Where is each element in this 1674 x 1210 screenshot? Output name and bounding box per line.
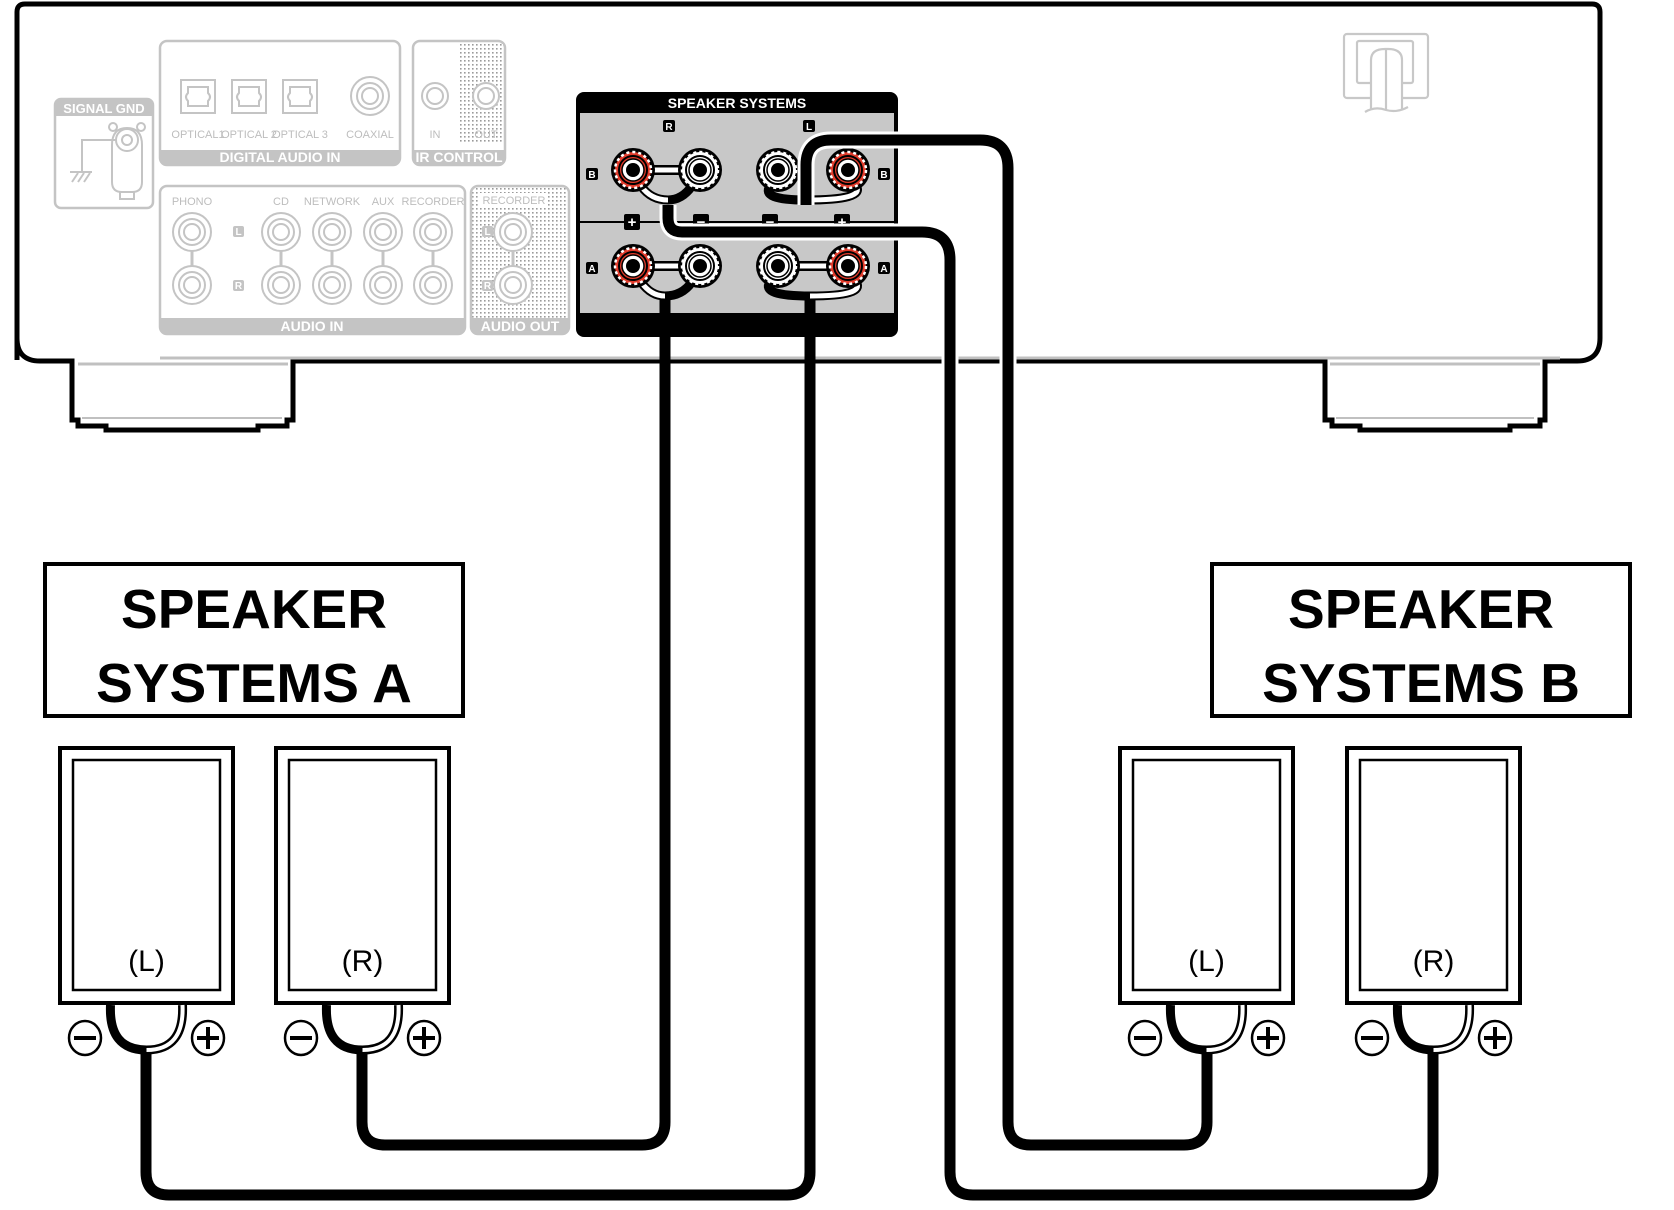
audio-in-jack-label: RECORDER xyxy=(402,196,465,208)
terminal-r-a-plus xyxy=(611,244,655,288)
negative-terminal-icon xyxy=(1354,1019,1390,1057)
audio-in-section: AUDIO IN PHONO CD NETWORK AUX RECORDER L R xyxy=(158,184,467,336)
ir-out-label: OUT xyxy=(474,129,498,141)
audio-in-label: AUDIO IN xyxy=(281,318,344,334)
speaker-wire-negative xyxy=(1392,1004,1434,1055)
cable-a-right xyxy=(356,300,671,1151)
polarity-plus-r: + xyxy=(624,214,640,231)
terminal-r-b-plus xyxy=(611,148,655,192)
svg-text:+: + xyxy=(628,214,637,231)
terminal-l-a-plus xyxy=(826,244,870,288)
speaker-group-b-label-line1: SPEAKER xyxy=(1288,578,1554,640)
row-b-badge-right: B xyxy=(878,168,890,181)
svg-text:A: A xyxy=(880,264,887,275)
terminal-l-b-plus xyxy=(826,148,870,192)
speaker-group-b: SPEAKER SYSTEMS B (L) (R) xyxy=(1118,562,1632,1057)
row-a-badge-right: A xyxy=(878,262,890,275)
svg-text:R: R xyxy=(665,122,673,133)
ir-control-label: IR CONTROL xyxy=(415,149,503,165)
row-a-badge-left: A xyxy=(586,262,598,275)
channel-r-badge: R xyxy=(663,120,675,133)
audio-out-r-badge: R xyxy=(482,280,493,292)
speaker-b-right: (R) xyxy=(1345,746,1522,1057)
speaker-channel-label: (R) xyxy=(1413,945,1455,978)
coaxial-label: COAXIAL xyxy=(346,129,394,141)
speaker-channel-label: (L) xyxy=(1188,945,1225,978)
audio-in-jack-label: AUX xyxy=(372,196,395,208)
speaker-wire-positive xyxy=(362,1004,404,1055)
positive-terminal-icon xyxy=(190,1019,226,1057)
connection-diagram: SIGNAL GND DIGITAL AUDIO IN OPTICAL1 OPT… xyxy=(14,1,1632,1204)
speaker-group-a-label-line2: SYSTEMS A xyxy=(96,652,412,714)
speaker-wire-positive xyxy=(146,1004,188,1055)
negative-terminal-icon xyxy=(67,1019,103,1057)
row-b-badge-left: B xyxy=(586,168,598,181)
svg-text:L: L xyxy=(484,227,490,238)
audio-out-r-jack xyxy=(493,265,533,305)
speaker-group-a-label-line1: SPEAKER xyxy=(121,578,387,640)
terminal-r-a-minus xyxy=(678,244,722,288)
audio-in-jack-label: CD xyxy=(273,196,289,208)
speaker-channel-label: (L) xyxy=(128,945,165,978)
ir-in-label: IN xyxy=(430,129,441,141)
speaker-a-left: (L) xyxy=(58,746,235,1057)
ir-control-section: IR CONTROL IN OUT xyxy=(411,39,507,167)
speaker-wire-negative xyxy=(105,1004,147,1055)
svg-text:R: R xyxy=(484,281,492,292)
signal-gnd-terminal: SIGNAL GND xyxy=(53,97,155,210)
speaker-group-b-label-line2: SYSTEMS B xyxy=(1262,652,1580,714)
audio-in-r-badge: R xyxy=(233,280,244,292)
speaker-wire-negative xyxy=(1165,1004,1207,1055)
audio-out-section: AUDIO OUT RECORDER L R xyxy=(469,184,571,336)
speaker-wire-negative xyxy=(321,1004,363,1055)
speaker-terminal-panel: SPEAKER SYSTEMS R L B B A A + − − + xyxy=(576,92,898,337)
signal-gnd-label: SIGNAL GND xyxy=(63,101,144,116)
digital-audio-in-label: DIGITAL AUDIO IN xyxy=(219,149,340,165)
audio-in-jack-label: NETWORK xyxy=(304,196,361,208)
audio-in-l-badge: L xyxy=(233,226,244,238)
audio-out-l-badge: L xyxy=(482,226,493,238)
positive-terminal-icon xyxy=(1250,1019,1286,1057)
cable-a-left xyxy=(140,300,816,1201)
terminal-r-b-minus xyxy=(678,148,722,192)
svg-text:B: B xyxy=(588,170,595,181)
speaker-wire-positive xyxy=(1206,1004,1248,1055)
audio-in-jack-label: PHONO xyxy=(172,196,213,208)
ir-in-jack xyxy=(421,82,449,110)
speaker-group-a: SPEAKER SYSTEMS A (L) (R) xyxy=(43,562,465,1057)
terminal-l-b-minus xyxy=(756,148,800,192)
audio-out-recorder-label: RECORDER xyxy=(483,195,546,207)
audio-out-label: AUDIO OUT xyxy=(481,318,560,334)
svg-text:R: R xyxy=(235,281,243,292)
speaker-a-right: (R) xyxy=(274,746,451,1057)
svg-text:L: L xyxy=(806,122,812,133)
optical3-label: OPTICAL 3 xyxy=(272,129,328,141)
audio-out-l-jack xyxy=(493,212,533,252)
svg-text:B: B xyxy=(880,170,887,181)
svg-text:A: A xyxy=(588,264,595,275)
positive-terminal-icon xyxy=(406,1019,442,1057)
ir-out-jack xyxy=(472,82,500,110)
speaker-panel-title: SPEAKER SYSTEMS xyxy=(668,95,806,111)
positive-terminal-icon xyxy=(1477,1019,1513,1057)
digital-audio-in-section: DIGITAL AUDIO IN OPTICAL1 OPTICAL 2 OPTI… xyxy=(158,39,402,167)
negative-terminal-icon xyxy=(283,1019,319,1057)
negative-terminal-icon xyxy=(1127,1019,1163,1057)
optical2-label: OPTICAL 2 xyxy=(221,129,277,141)
speaker-wire-positive xyxy=(1433,1004,1475,1055)
speaker-b-left: (L) xyxy=(1118,746,1295,1057)
channel-l-badge: L xyxy=(803,120,815,133)
terminal-l-a-minus xyxy=(756,244,800,288)
speaker-channel-label: (R) xyxy=(342,945,384,978)
optical1-label: OPTICAL1 xyxy=(171,129,224,141)
diagram-stage: SIGNAL GND DIGITAL AUDIO IN OPTICAL1 OPT… xyxy=(0,0,1674,1205)
svg-text:L: L xyxy=(235,227,241,238)
